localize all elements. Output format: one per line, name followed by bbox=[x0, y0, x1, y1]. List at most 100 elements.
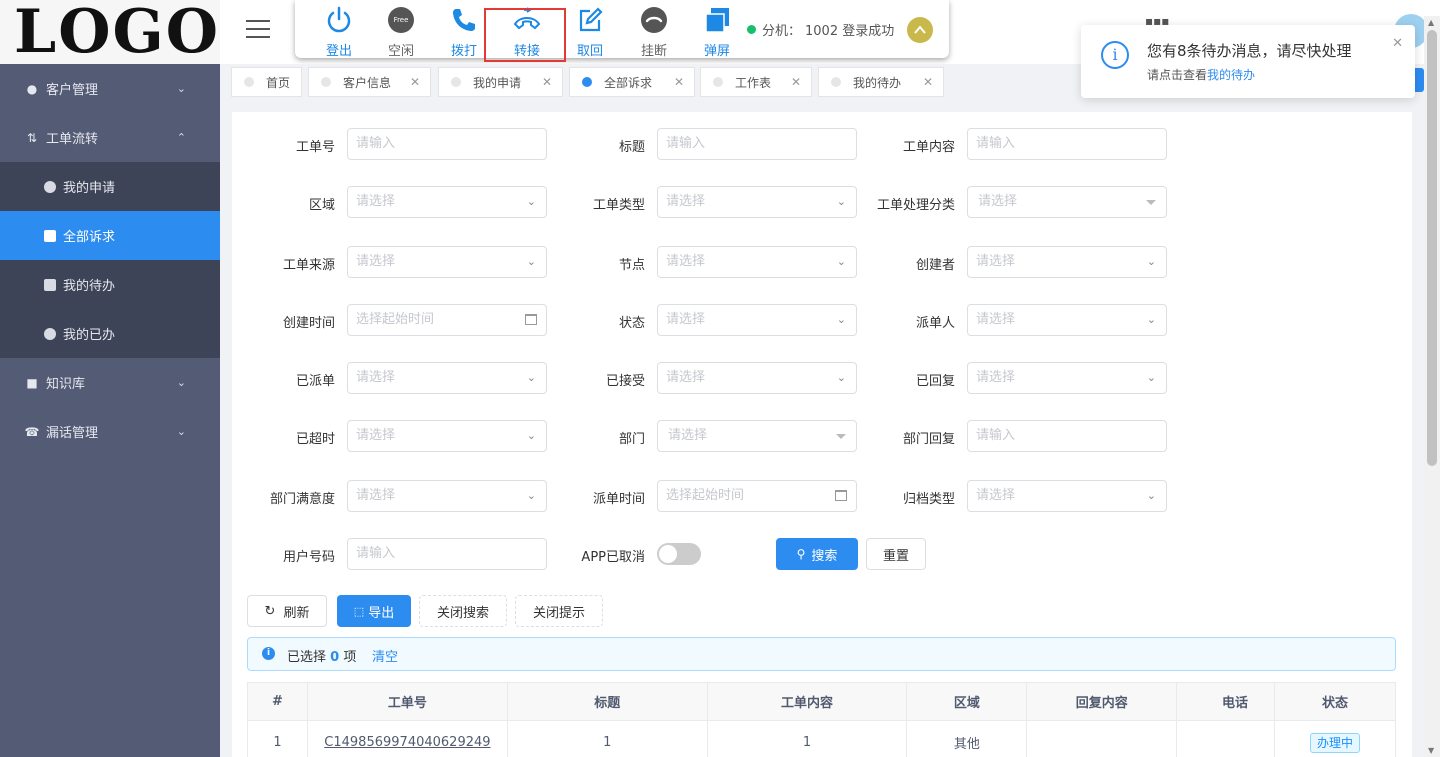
retrieve-button[interactable]: 取回 bbox=[565, 6, 615, 59]
reset-button[interactable]: 重置 bbox=[866, 538, 926, 570]
department-satisfaction-select[interactable]: 请选择 ⌄ bbox=[347, 480, 547, 512]
highlight-box bbox=[484, 8, 566, 62]
order-no-input[interactable]: 请输入 bbox=[347, 128, 547, 160]
table-row[interactable]: 1 C1498569974040629249 1 1 其他 办理中 bbox=[247, 720, 1396, 757]
scroll-down-icon[interactable]: ▼ bbox=[1428, 746, 1434, 755]
notification-toast: i 您有8条待办消息，请尽快处理 请点击查看我的待办 ✕ bbox=[1081, 25, 1415, 98]
sidebar-item-all-requests[interactable]: 全部诉求 bbox=[0, 211, 220, 260]
folder-icon bbox=[44, 229, 56, 242]
source-select[interactable]: 请选择 ⌄ bbox=[347, 246, 547, 278]
sidebar-item-knowledge[interactable]: ■ 知识库 ⌄ bbox=[0, 358, 220, 407]
online-status-icon bbox=[747, 25, 756, 34]
region-select[interactable]: 请选择 ⌄ bbox=[347, 186, 547, 218]
chevron-down-icon: ⌄ bbox=[1146, 371, 1156, 384]
done-icon bbox=[44, 327, 56, 340]
clear-selection-link[interactable]: 清空 bbox=[372, 646, 398, 665]
close-icon[interactable]: ✕ bbox=[791, 75, 801, 89]
popup-button[interactable]: 弹屏 bbox=[692, 6, 742, 59]
tab-my-application[interactable]: 我的申请 ✕ bbox=[438, 67, 563, 97]
hangup-icon bbox=[629, 6, 679, 34]
chevron-down-icon: ⌄ bbox=[836, 371, 846, 384]
selection-alert: i 已选择 0 项 清空 bbox=[247, 637, 1396, 671]
close-icon[interactable]: ✕ bbox=[410, 75, 420, 89]
department-select[interactable]: 请选择 bbox=[657, 420, 857, 452]
dispatched-select[interactable]: 请选择 ⌄ bbox=[347, 362, 547, 394]
chevron-down-icon: ⌄ bbox=[176, 82, 186, 95]
chevron-down-icon: ⌄ bbox=[526, 371, 536, 384]
calendar-icon bbox=[525, 314, 537, 325]
calendar-icon bbox=[835, 490, 847, 501]
hangup-button[interactable]: 挂断 bbox=[629, 6, 679, 59]
app-cancel-toggle[interactable] bbox=[657, 543, 701, 565]
order-table: # 工单号 标题 工单内容 区域 回复内容 电话 状态 1 C149856997… bbox=[247, 682, 1396, 757]
chevron-down-icon: ⌄ bbox=[1146, 313, 1156, 326]
title-input[interactable]: 请输入 bbox=[657, 128, 857, 160]
call-toolbar: 登出 Free 空闲 拨打 转接 取回 挂断 弹屏 分机： 1002 登录成功 bbox=[295, 0, 949, 59]
status-badge: 办理中 bbox=[1310, 732, 1361, 753]
status-select[interactable]: 请选择 ⌄ bbox=[657, 304, 857, 336]
order-no-link[interactable]: C1498569974040629249 bbox=[306, 720, 508, 757]
search-icon: ⚲ bbox=[796, 547, 806, 561]
close-icon[interactable]: ✕ bbox=[542, 75, 552, 89]
chevron-down-icon: ⌄ bbox=[526, 489, 536, 502]
content-input[interactable]: 请输入 bbox=[967, 128, 1167, 160]
tab-home[interactable]: 首页 bbox=[231, 67, 302, 97]
close-icon[interactable]: ✕ bbox=[1392, 36, 1403, 51]
menu-toggle-icon[interactable] bbox=[246, 20, 270, 38]
handling-category-select[interactable]: 请选择 bbox=[967, 186, 1167, 218]
book-icon: ■ bbox=[26, 375, 38, 390]
main-panel: 工单号 请输入 标题 请输入 工单内容 请输入 区域 请选择 ⌄ 工单类型 请选择… bbox=[232, 112, 1412, 757]
close-tip-button[interactable]: 关闭提示 bbox=[515, 595, 603, 627]
create-time-picker[interactable]: 选择起始时间 bbox=[347, 304, 547, 336]
user-phone-input[interactable]: 请输入 bbox=[347, 538, 547, 570]
my-todo-link[interactable]: 我的待办 bbox=[1207, 68, 1255, 82]
caret-down-icon bbox=[1146, 200, 1156, 205]
sidebar-item-missed-calls[interactable]: ☎ 漏话管理 ⌄ bbox=[0, 407, 220, 456]
refresh-icon: ↻ bbox=[264, 603, 276, 619]
department-reply-input[interactable]: 请输入 bbox=[967, 420, 1167, 452]
hidden-button-edge[interactable] bbox=[1414, 68, 1424, 92]
logout-button[interactable]: 登出 bbox=[314, 6, 364, 59]
sidebar-item-workorder[interactable]: ⇅ 工单流转 ⌃ bbox=[0, 113, 220, 162]
export-icon: ⬚ bbox=[353, 604, 365, 618]
creator-select[interactable]: 请选择 ⌄ bbox=[967, 246, 1167, 278]
extension-status: 分机： 1002 登录成功 bbox=[747, 20, 894, 39]
sidebar-item-my-done[interactable]: 我的已办 bbox=[0, 309, 220, 358]
collapse-toolbar-button[interactable] bbox=[907, 17, 933, 43]
node-select[interactable]: 请选择 ⌄ bbox=[657, 246, 857, 278]
accepted-select[interactable]: 请选择 ⌄ bbox=[657, 362, 857, 394]
search-button[interactable]: ⚲ 搜索 bbox=[776, 538, 858, 570]
export-button[interactable]: ⬚ 导出 bbox=[337, 595, 411, 627]
close-icon[interactable]: ✕ bbox=[674, 75, 684, 89]
sidebar-item-customer[interactable]: ● 客户管理 ⌄ bbox=[0, 64, 220, 113]
chevron-up-icon bbox=[914, 25, 926, 34]
caret-down-icon bbox=[836, 434, 846, 439]
close-icon[interactable]: ✕ bbox=[923, 75, 933, 89]
refresh-button[interactable]: ↻ 刷新 bbox=[247, 595, 327, 627]
page-scrollbar[interactable]: ▲ ▼ bbox=[1424, 16, 1440, 757]
replied-select[interactable]: 请选择 ⌄ bbox=[967, 362, 1167, 394]
archive-type-select[interactable]: 请选择 ⌄ bbox=[967, 480, 1167, 512]
scroll-up-icon[interactable]: ▲ bbox=[1428, 18, 1434, 27]
idle-button[interactable]: Free 空闲 bbox=[376, 6, 426, 59]
close-search-button[interactable]: 关闭搜索 bbox=[419, 595, 507, 627]
logo: LOGO bbox=[0, 0, 220, 64]
tab-my-todo[interactable]: 我的待办 ✕ bbox=[818, 67, 944, 97]
tab-customer-info[interactable]: 客户信息 ✕ bbox=[308, 67, 431, 97]
dispatcher-select[interactable]: 请选择 ⌄ bbox=[967, 304, 1167, 336]
sidebar-item-my-application[interactable]: 我的申请 bbox=[0, 162, 220, 211]
free-icon: Free bbox=[376, 6, 426, 34]
tab-all-requests[interactable]: 全部诉求 ✕ bbox=[569, 67, 695, 97]
sidebar-item-my-todo[interactable]: 我的待办 bbox=[0, 260, 220, 309]
tab-worksheet[interactable]: 工作表 ✕ bbox=[700, 67, 812, 97]
timeout-select[interactable]: 请选择 ⌄ bbox=[347, 420, 547, 452]
chevron-down-icon: ⌄ bbox=[836, 255, 846, 268]
sidebar: LOGO ● 客户管理 ⌄ ⇅ 工单流转 ⌃ 我的申请 全部诉求 我的待办 我的… bbox=[0, 0, 220, 757]
chevron-down-icon: ⌄ bbox=[526, 255, 536, 268]
dispatch-time-picker[interactable]: 选择起始时间 bbox=[657, 480, 857, 512]
dial-button[interactable]: 拨打 bbox=[439, 6, 489, 59]
chevron-down-icon: ⌄ bbox=[526, 195, 536, 208]
phone-icon bbox=[439, 6, 489, 34]
power-icon bbox=[314, 6, 364, 34]
order-type-select[interactable]: 请选择 ⌄ bbox=[657, 186, 857, 218]
